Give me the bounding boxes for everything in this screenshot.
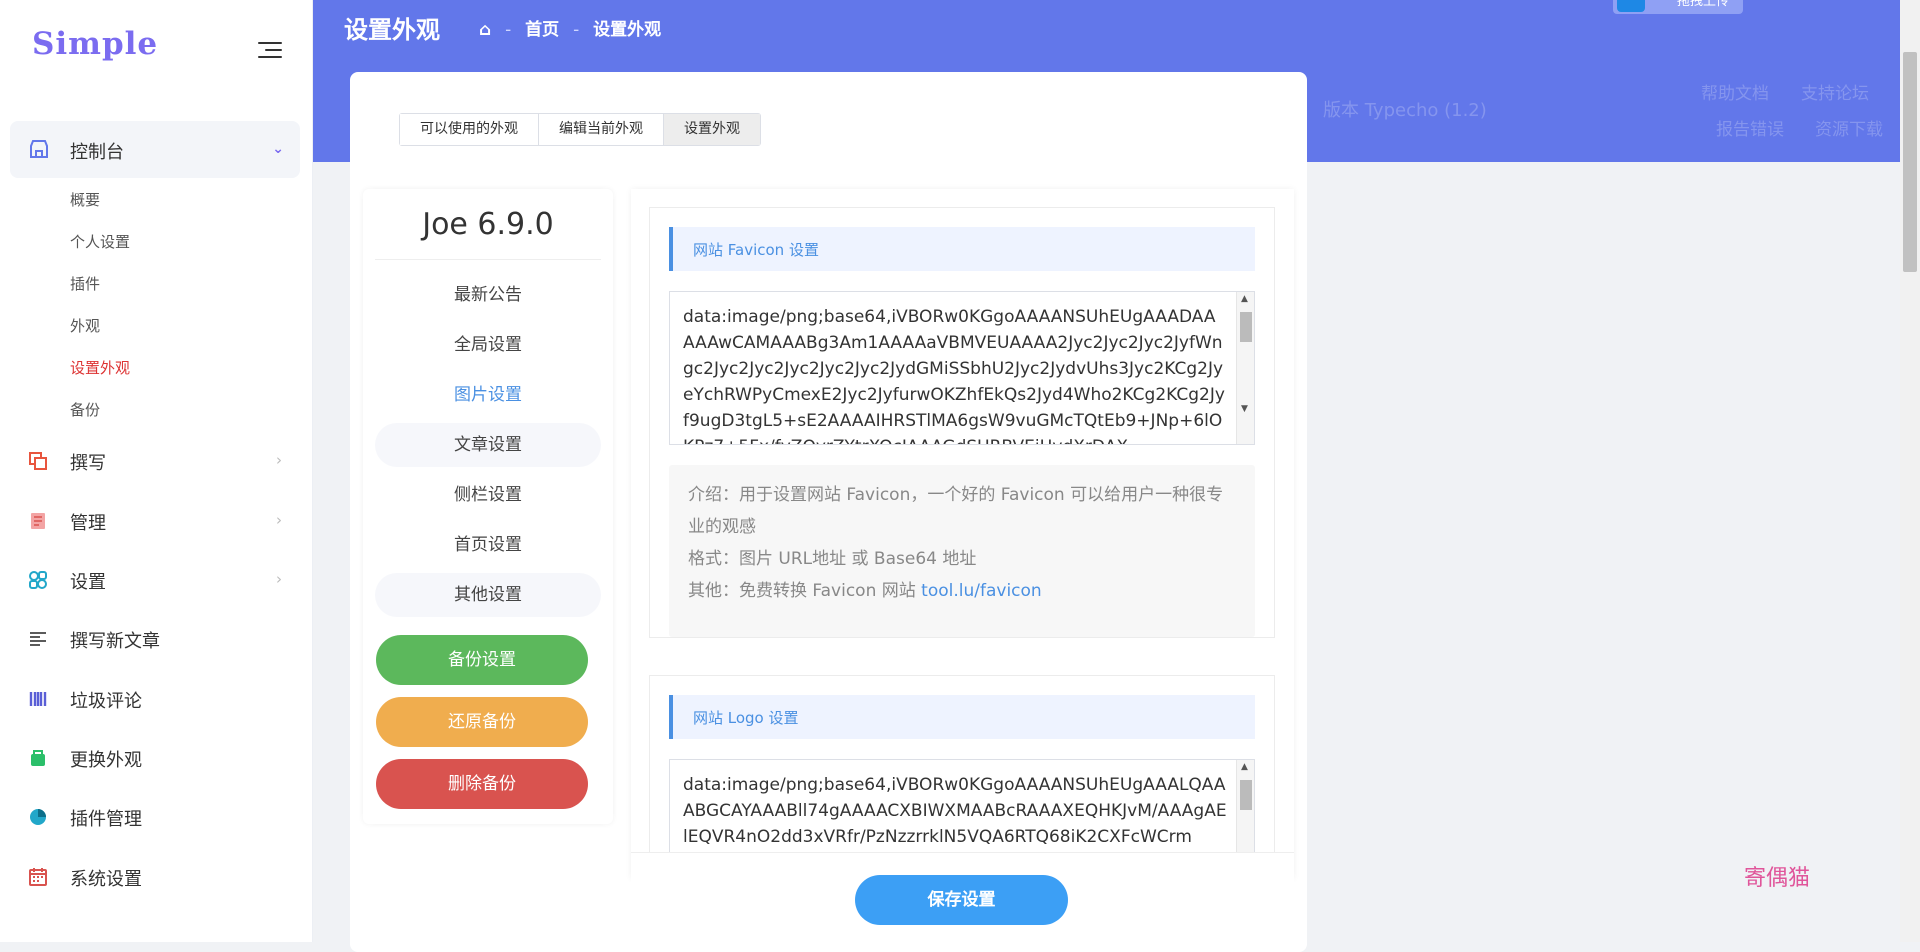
sidebar-item-label: 设置: [70, 572, 106, 593]
menu-announcement[interactable]: 最新公告: [375, 273, 601, 317]
delete-backup-button[interactable]: 删除备份: [376, 759, 588, 809]
theme-title: Joe 6.9.0: [422, 207, 554, 242]
help-docs-link[interactable]: 帮助文档: [1701, 79, 1769, 104]
menu-post-settings[interactable]: 文章设置: [375, 423, 601, 467]
sidebar-sub-theme-settings[interactable]: 设置外观: [70, 357, 130, 378]
theme-menu-panel: Joe 6.9.0 最新公告 全局设置 图片设置 文章设置 侧栏设置 首页设置 …: [363, 189, 613, 824]
breadcrumb: ⌂ - 首页 - 设置外观: [479, 15, 661, 40]
chevron-right-icon: ›: [276, 451, 282, 469]
chevron-down-icon: ⌄: [272, 141, 284, 157]
barcode-icon: [29, 692, 47, 706]
menu-sidebar-settings[interactable]: 侧栏设置: [375, 473, 601, 517]
tab-bar: 可以使用的外观 编辑当前外观 设置外观: [399, 113, 761, 146]
sidebar-item-plugins[interactable]: 插件管理: [10, 797, 300, 837]
logo-section: 网站 Logo 设置 data:image/png;base64,iVBORw0…: [649, 675, 1275, 879]
restore-backup-button[interactable]: 还原备份: [376, 697, 588, 747]
page-scrollbar[interactable]: [1900, 0, 1920, 942]
menu-other-settings[interactable]: 其他设置: [375, 573, 601, 617]
section-title: 网站 Logo 设置: [693, 709, 799, 727]
sidebar-item-label: 撰写: [70, 453, 106, 474]
menu-toggle-icon[interactable]: [258, 40, 282, 60]
sidebar-sub-plugins[interactable]: 插件: [70, 273, 100, 294]
version-text: 版本 Typecho (1.2): [1323, 100, 1487, 121]
sidebar-item-settings[interactable]: 设置 ›: [10, 560, 300, 600]
sidebar-item-label: 插件管理: [70, 809, 142, 830]
sidebar-item-dashboard[interactable]: 控制台 ⌄: [10, 121, 300, 178]
divider: [375, 259, 601, 260]
textarea-value: data:image/png;base64,iVBORw0KGgoAAAANSU…: [683, 307, 1225, 444]
section-header: 网站 Logo 设置: [669, 695, 1255, 739]
report-bug-link[interactable]: 报告错误: [1716, 115, 1784, 140]
bag-icon: [31, 750, 45, 766]
favicon-textarea[interactable]: data:image/png;base64,iVBORw0KGgoAAAANSU…: [669, 291, 1255, 445]
upload-icon: [1617, 0, 1645, 12]
scrollbar-thumb[interactable]: [1903, 52, 1917, 272]
sidebar-sub-backup[interactable]: 备份: [70, 399, 100, 420]
desc-intro: 介绍：用于设置网站 Favicon，一个好的 Favicon 可以给用户一种很专…: [688, 485, 1224, 537]
sidebar-item-manage[interactable]: 管理 ›: [10, 501, 300, 541]
chevron-right-icon: ›: [276, 511, 282, 529]
sidebar-sub-profile[interactable]: 个人设置: [70, 231, 130, 252]
breadcrumb-current: 设置外观: [593, 20, 662, 40]
app-logo[interactable]: Simple: [32, 26, 158, 62]
chevron-right-icon: ›: [276, 570, 282, 588]
sidebar-item-label: 撰写新文章: [70, 631, 160, 652]
document-icon: [31, 513, 45, 529]
settings-icon: [29, 571, 47, 589]
drag-upload-button[interactable]: 拖拽上传: [1613, 0, 1743, 14]
sidebar-sub-overview[interactable]: 概要: [70, 189, 100, 210]
sidebar-item-spam[interactable]: 垃圾评论: [10, 679, 300, 719]
tab-theme-settings[interactable]: 设置外观: [664, 114, 760, 145]
sidebar-item-label: 垃圾评论: [70, 691, 142, 712]
favicon-section: 网站 Favicon 设置 data:image/png;base64,iVBO…: [649, 207, 1275, 638]
backup-settings-button[interactable]: 备份设置: [376, 635, 588, 685]
desc-format: 格式：图片 URL地址 或 Base64 地址: [688, 549, 977, 569]
mascot-logo: 寄偶猫: [1744, 866, 1811, 891]
sidebar: Simple 控制台 ⌄ 概要 个人设置 插件 外观 设置外观 备份 撰写 › …: [0, 0, 313, 942]
sidebar-item-label: 控制台: [70, 142, 124, 163]
support-forum-link[interactable]: 支持论坛: [1801, 79, 1869, 104]
sidebar-item-themes[interactable]: 更换外观: [10, 738, 300, 778]
desc-other: 其他：免费转换 Favicon 网站 tool.lu/favicon: [688, 581, 1042, 601]
upload-label: 拖拽上传: [1676, 0, 1729, 9]
settings-form-panel: 网站 Favicon 设置 data:image/png;base64,iVBO…: [631, 189, 1294, 879]
tab-edit-theme[interactable]: 编辑当前外观: [539, 114, 664, 145]
pie-chart-icon: [30, 809, 46, 825]
menu-global-settings[interactable]: 全局设置: [375, 323, 601, 367]
breadcrumb-separator: -: [505, 20, 512, 40]
save-settings-button[interactable]: 保存设置: [855, 875, 1068, 925]
sidebar-item-label: 管理: [70, 513, 106, 534]
store-icon: [30, 140, 48, 158]
sidebar-item-label: 更换外观: [70, 750, 142, 771]
page-title: 设置外观: [344, 16, 440, 44]
resource-download-link[interactable]: 资源下载: [1815, 115, 1883, 140]
menu-image-settings[interactable]: 图片设置: [375, 373, 601, 417]
text-lines-icon: [30, 632, 46, 646]
textarea-scrollbar[interactable]: ▲ ▼: [1236, 292, 1254, 444]
sidebar-item-new-post[interactable]: 撰写新文章: [10, 619, 300, 659]
home-icon[interactable]: ⌂: [479, 20, 491, 40]
sidebar-item-system[interactable]: 系统设置: [10, 857, 300, 897]
sidebar-item-label: 系统设置: [70, 869, 142, 890]
section-header: 网站 Favicon 设置: [669, 227, 1255, 271]
favicon-description: 介绍：用于设置网站 Favicon，一个好的 Favicon 可以给用户一种很专…: [669, 465, 1255, 637]
calendar-icon: [29, 868, 47, 886]
copy-icon: [29, 452, 47, 470]
sidebar-sub-themes[interactable]: 外观: [70, 315, 100, 336]
textarea-value: data:image/png;base64,iVBORw0KGgoAAAANSU…: [683, 775, 1227, 847]
favicon-tool-link[interactable]: tool.lu/favicon: [921, 581, 1042, 601]
breadcrumb-separator: -: [573, 20, 580, 40]
tab-available-themes[interactable]: 可以使用的外观: [400, 114, 539, 145]
save-bar: 保存设置: [631, 852, 1294, 952]
section-title: 网站 Favicon 设置: [693, 241, 819, 259]
breadcrumb-home[interactable]: 首页: [525, 20, 559, 40]
sidebar-item-write[interactable]: 撰写 ›: [10, 441, 300, 481]
settings-card: 可以使用的外观 编辑当前外观 设置外观 Joe 6.9.0 最新公告 全局设置 …: [350, 72, 1307, 952]
menu-home-settings[interactable]: 首页设置: [375, 523, 601, 567]
